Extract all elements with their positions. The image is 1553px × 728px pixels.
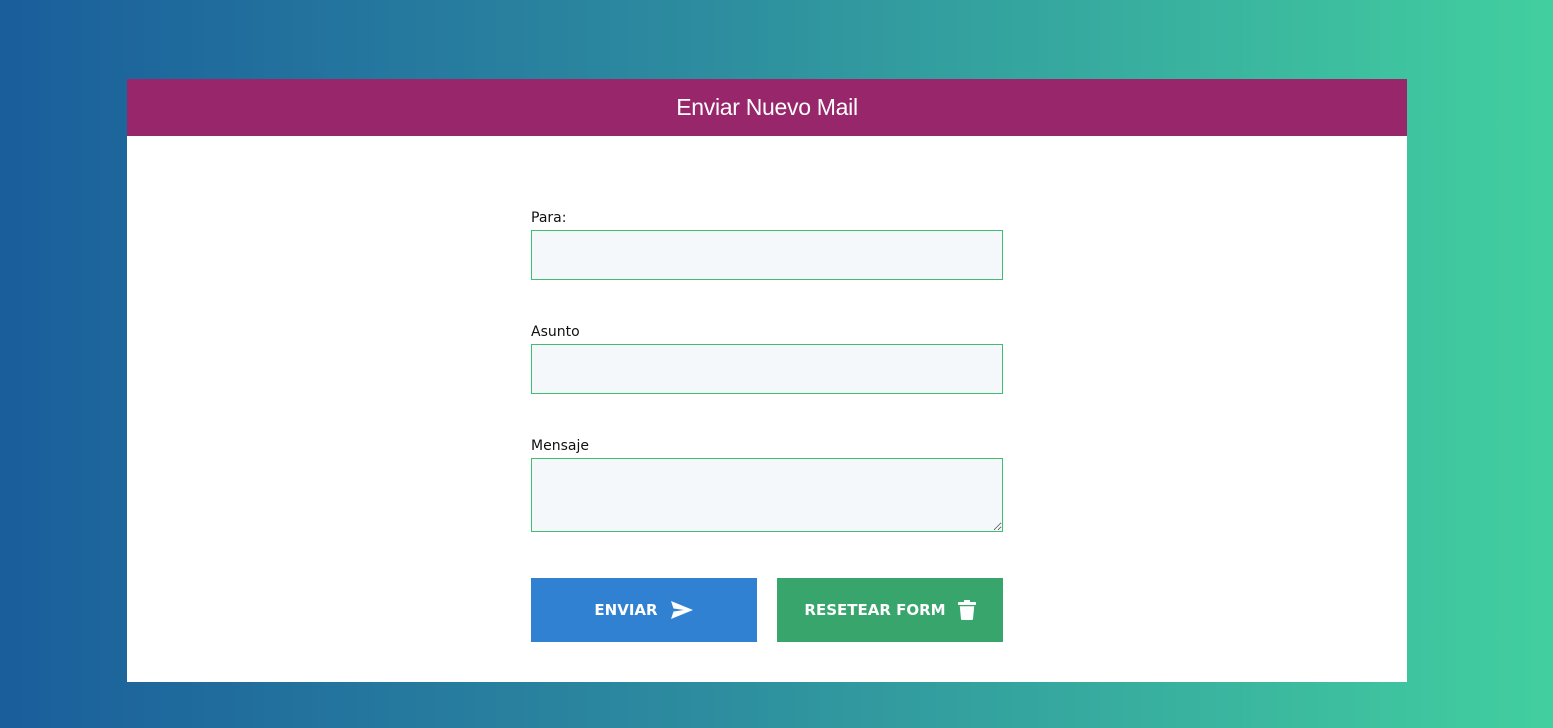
subject-label: Asunto [531,324,580,340]
send-button-label: ENVIAR [594,601,658,619]
trash-icon [957,600,976,620]
page-title: Enviar Nuevo Mail [676,94,858,120]
subject-input[interactable] [531,344,1003,394]
message-label: Mensaje [531,438,589,454]
send-button[interactable]: ENVIAR [531,578,757,642]
to-field-group: Para: [531,209,1003,280]
form-actions: ENVIAR RESETEAR FORM [531,578,1003,642]
to-input[interactable] [531,230,1003,280]
reset-form-button[interactable]: RESETEAR FORM [777,578,1003,642]
paper-plane-icon [670,600,694,620]
reset-button-label: RESETEAR FORM [804,601,946,619]
subject-field-group: Asunto [531,323,1003,394]
message-field-group: Mensaje [531,437,1003,532]
to-label: Para: [531,210,567,226]
card-header: Enviar Nuevo Mail [127,79,1407,136]
mail-card: Enviar Nuevo Mail Para: Asunto Mensaje E… [127,79,1407,682]
message-textarea[interactable] [531,458,1003,532]
